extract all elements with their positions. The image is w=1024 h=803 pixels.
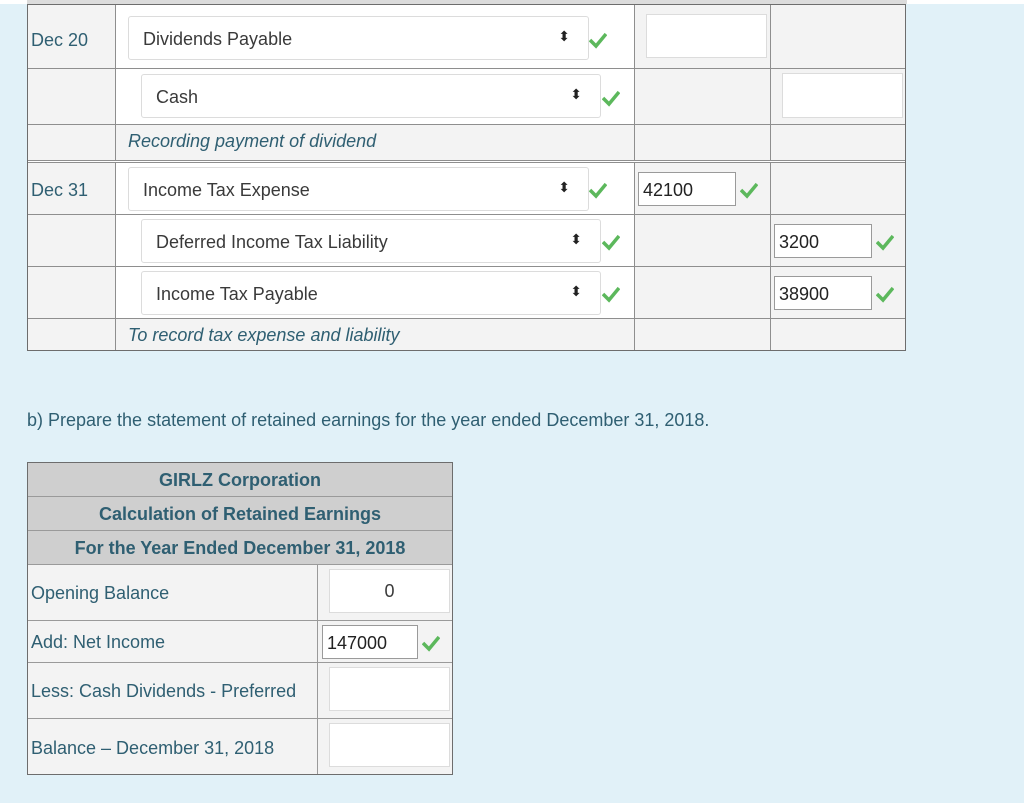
row-label-cell: Balance – December 31, 2018 [28,719,318,774]
account-select[interactable]: Cash ⬍ [141,74,601,118]
account-select[interactable]: Dividends Payable ⬍ [128,16,589,60]
row-label: Add: Net Income [31,632,166,652]
check-icon [589,32,607,49]
check-icon [602,90,620,107]
ending-balance-input[interactable] [329,723,450,767]
table-row: Income Tax Payable ⬍ 38900 [28,267,905,319]
date-cell [28,267,116,318]
account-select-value: Deferred Income Tax Liability [156,232,388,252]
row-value: 147000 [327,633,388,653]
table-row: Deferred Income Tax Liability ⬍ 3200 [28,215,905,267]
debit-cell [635,267,771,318]
table-row: Dec 20 Dividends Payable ⬍ [28,5,905,69]
credit-cell [771,163,905,214]
select-arrows-icon: ⬍ [558,179,570,195]
statement-title: Calculation of Retained Earnings [28,497,452,531]
instruction-text: b) Prepare the statement of retained ear… [27,410,710,430]
check-icon [422,635,440,652]
select-arrows-icon: ⬍ [558,28,570,44]
row-value-cell [318,719,452,774]
select-arrows-icon: ⬍ [570,86,582,102]
account-select[interactable]: Income Tax Expense ⬍ [128,167,589,211]
opening-balance-input[interactable]: 0 [329,569,450,613]
check-icon [602,234,620,251]
memo-cell: Recording payment of dividend [116,125,635,160]
account-cell: Deferred Income Tax Liability ⬍ [116,215,635,266]
table-row: Balance – December 31, 2018 [28,719,452,774]
debit-cell [635,69,771,124]
debit-cell: 42100 [635,163,771,214]
check-icon [589,182,607,199]
row-value-cell [318,663,452,718]
debit-cell [635,215,771,266]
row-value-cell: 0 [318,565,452,620]
net-income-input[interactable]: 147000 [322,625,418,659]
credit-cell [771,125,905,160]
entry-date: Dec 20 [31,30,89,50]
date-cell: Dec 31 [28,163,116,214]
account-cell: Cash ⬍ [116,69,635,124]
entry-date: Dec 31 [31,180,89,200]
retained-earnings-table: GIRLZ Corporation Calculation of Retaine… [27,462,453,775]
credit-cell [771,319,905,350]
memo-cell: To record tax expense and liability [116,319,635,350]
date-cell [28,125,116,160]
check-icon [740,182,758,199]
date-cell [28,69,116,124]
credit-amount-value: 3200 [779,232,820,252]
table-row: Opening Balance 0 [28,565,452,621]
account-select[interactable]: Deferred Income Tax Liability ⬍ [141,219,601,263]
row-label: Opening Balance [31,583,170,603]
row-label-cell: Opening Balance [28,565,318,620]
company-name: GIRLZ Corporation [28,463,452,497]
row-value-cell: 147000 [318,621,452,662]
debit-cell [635,5,771,68]
entry-memo: To record tax expense and liability [128,325,400,345]
select-arrows-icon: ⬍ [570,283,582,299]
row-label: Less: Cash Dividends - Preferred [31,681,297,701]
table-row: Less: Cash Dividends - Preferred [28,663,452,719]
table-row: Cash ⬍ [28,69,905,125]
table-row: Dec 31 Income Tax Expense ⬍ 42100 [28,163,905,215]
account-select-value: Dividends Payable [143,29,293,49]
account-select-value: Income Tax Expense [143,180,310,200]
debit-cell [635,125,771,160]
row-label-cell: Less: Cash Dividends - Preferred [28,663,318,718]
check-icon [602,286,620,303]
check-icon [876,286,894,303]
credit-amount-value: 38900 [779,284,830,304]
row-value: 0 [384,581,395,601]
credit-amount-input[interactable] [782,73,903,118]
credit-cell [771,5,905,68]
credit-amount-input[interactable]: 3200 [774,224,872,258]
statement-period: For the Year Ended December 31, 2018 [28,531,452,565]
account-cell: Income Tax Expense ⬍ [116,163,635,214]
entry-memo: Recording payment of dividend [128,131,377,151]
credit-cell [771,69,905,124]
account-select-value: Cash [156,87,199,107]
account-cell: Income Tax Payable ⬍ [116,267,635,318]
check-icon [876,234,894,251]
account-cell: Dividends Payable ⬍ [116,5,635,68]
debit-amount-input[interactable] [646,14,767,58]
debit-cell [635,319,771,350]
table-row: Recording payment of dividend [28,125,905,163]
row-label-cell: Add: Net Income [28,621,318,662]
credit-cell: 38900 [771,267,905,318]
table-row: Add: Net Income 147000 [28,621,452,663]
account-select[interactable]: Income Tax Payable ⬍ [141,271,601,315]
date-cell [28,215,116,266]
date-cell [28,319,116,350]
debit-amount-input[interactable]: 42100 [638,172,736,206]
table-row: To record tax expense and liability [28,319,905,350]
dividends-preferred-input[interactable] [329,667,450,711]
credit-cell: 3200 [771,215,905,266]
select-arrows-icon: ⬍ [570,231,582,247]
row-label: Balance – December 31, 2018 [31,738,275,758]
account-select-value: Income Tax Payable [156,284,318,304]
credit-amount-input[interactable]: 38900 [774,276,872,310]
journal-entries-table: Dec 20 Dividends Payable ⬍ Cash ⬍ Record… [27,4,906,351]
date-cell: Dec 20 [28,5,116,68]
